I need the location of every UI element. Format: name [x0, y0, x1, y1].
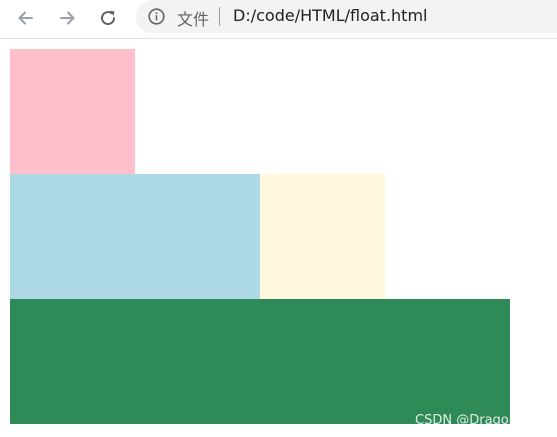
- address-bar[interactable]: 文件 D:/code/HTML/float.html: [136, 0, 557, 33]
- arrow-left-icon: [18, 11, 33, 25]
- watermark: CSDN @Dragon水魅: [415, 413, 543, 428]
- url-text[interactable]: D:/code/HTML/float.html: [233, 6, 427, 25]
- scheme-label: 文件: [177, 10, 210, 29]
- seagreen-box: [10, 299, 510, 424]
- forward-button[interactable]: [53, 4, 81, 32]
- back-button[interactable]: [12, 4, 40, 32]
- reload-button[interactable]: [94, 4, 122, 32]
- address-divider: [219, 7, 220, 26]
- pink-box: [10, 49, 135, 174]
- browser-toolbar: 文件 D:/code/HTML/float.html: [0, 0, 557, 39]
- reload-icon: [101, 10, 116, 26]
- page-viewport: [0, 39, 557, 437]
- cornsilk-box: [260, 174, 385, 299]
- arrow-right-icon: [60, 11, 75, 25]
- lightblue-box: [10, 174, 260, 299]
- info-circle-icon[interactable]: [148, 8, 165, 25]
